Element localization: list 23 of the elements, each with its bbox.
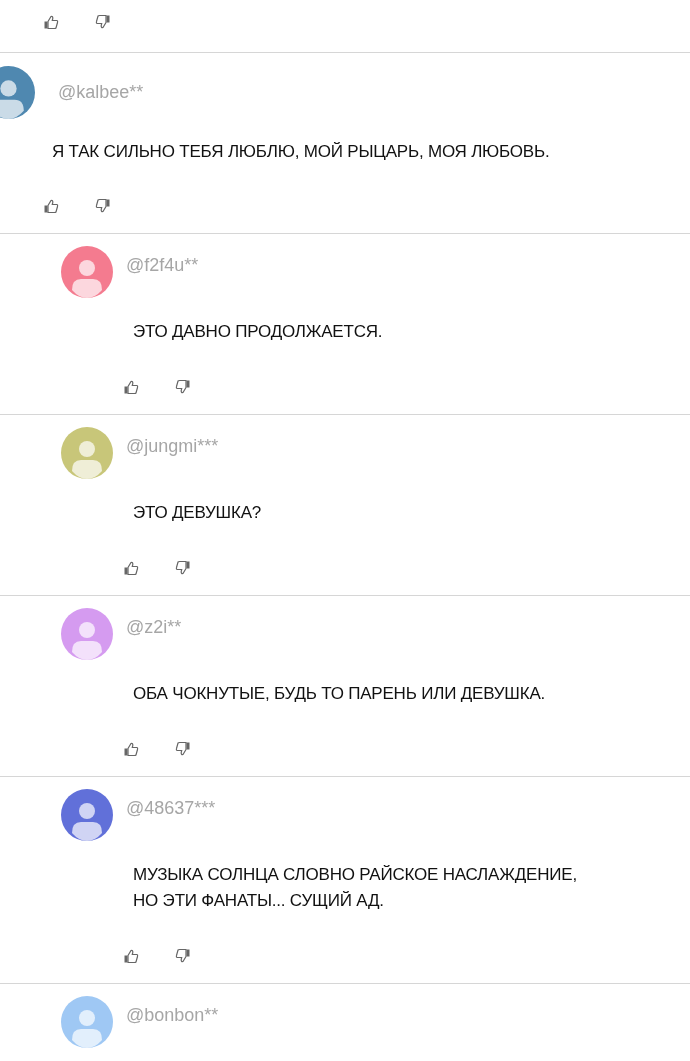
username: @kalbee**	[58, 82, 144, 103]
comment-text: ЭТО ДЕВУШКА?	[133, 502, 263, 524]
comment-text: МУЗЫКА СОЛНЦА СЛОВНО РАЙСКОЕ НАСЛАЖДЕНИЕ, НО ЭТИ ФАНАТЫ... СУЩИЙ АД.	[133, 864, 578, 912]
dislike-button[interactable]	[175, 741, 191, 757]
dislike-button[interactable]	[175, 379, 191, 395]
username: @f2f4u**	[126, 255, 199, 276]
comment-text: ЭТО ДАВНО ПРОДОЛЖАЕТСЯ.	[133, 321, 384, 343]
like-button[interactable]	[123, 741, 139, 757]
comment-text: ОБА ЧОКНУТЫЕ, БУДЬ ТО ПАРЕНЬ ИЛИ ДЕВУШКА.	[133, 683, 547, 705]
username: @z2i**	[126, 617, 182, 638]
like-button[interactable]	[43, 198, 59, 214]
username: @bonbon**	[126, 1005, 219, 1026]
dislike-button[interactable]	[175, 948, 191, 964]
like-button[interactable]	[123, 948, 139, 964]
like-button[interactable]	[123, 379, 139, 395]
username: @jungmi***	[126, 436, 219, 457]
dislike-button[interactable]	[95, 14, 111, 30]
comment-text: Я ТАК СИЛЬНО ТЕБЯ ЛЮБЛЮ, МОЙ РЫЦАРЬ, МОЯ ЛЮБОВЬ.	[52, 141, 551, 163]
dislike-button[interactable]	[175, 560, 191, 576]
like-button[interactable]	[123, 560, 139, 576]
username: @48637***	[126, 798, 216, 819]
dislike-button[interactable]	[95, 198, 111, 214]
like-button[interactable]	[43, 14, 59, 30]
